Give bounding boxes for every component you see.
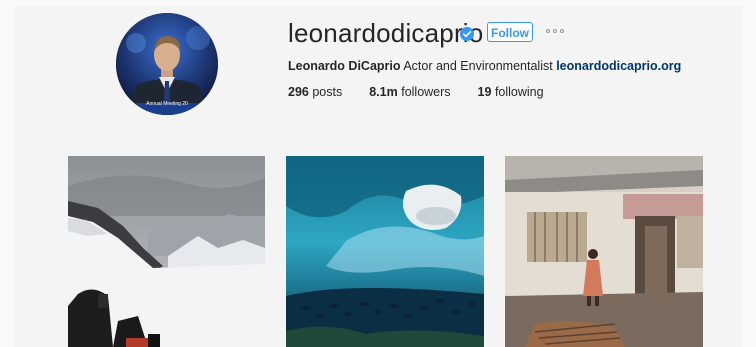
more-options-icon[interactable] [546,26,566,36]
profile-bio-text: Actor and Environmentalist [403,59,553,73]
post-image-underwater [286,156,484,347]
profile-bio: Leonardo DiCaprio Actor and Environmenta… [288,58,681,74]
stat-following-label: following [494,85,544,99]
profile-stats: 296 posts 8.1m followers 19 following [288,84,571,100]
post-tile-snowy-mountain[interactable] [68,156,265,347]
post-tile-child-by-house[interactable] [505,156,703,347]
more-dot [546,29,550,33]
avatar-caption: Annual Meeting 20 [146,101,188,107]
profile-website-link[interactable]: leonardodicaprio.org [556,59,681,73]
profile-avatar[interactable]: Annual Meeting 20 [116,13,218,115]
post-tile-underwater-polar-bear[interactable] [286,156,484,347]
stat-posts-label: posts [312,85,343,99]
avatar-image [116,13,218,115]
post-image-house [505,156,703,347]
stat-following[interactable]: 19 following [478,84,544,100]
stat-followers[interactable]: 8.1m followers [369,84,450,100]
stat-followers-label: followers [401,85,451,99]
more-dot [553,29,557,33]
stat-posts-value: 296 [288,85,309,99]
stat-posts: 296 posts [288,84,342,100]
verified-badge-icon [460,27,474,41]
stat-following-value: 19 [477,85,492,99]
more-dot [560,29,564,33]
profile-username: leonardodicaprio [288,18,484,48]
post-image-snow-mountain [68,156,265,347]
profile-full-name: Leonardo DiCaprio [288,59,401,73]
stat-followers-value: 8.1m [369,85,398,99]
follow-button[interactable]: Follow [487,22,533,42]
